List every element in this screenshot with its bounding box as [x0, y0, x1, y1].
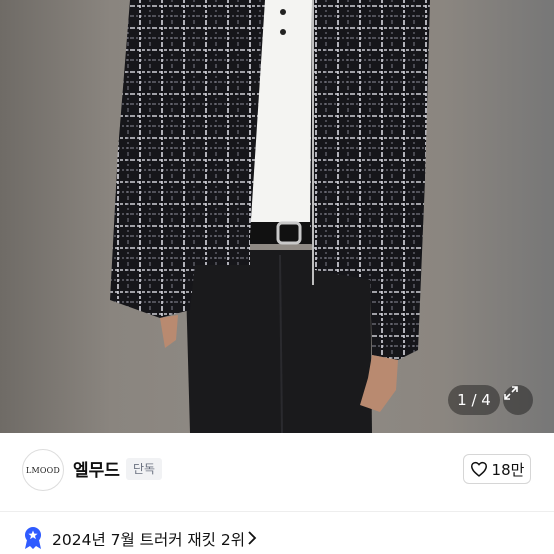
seller-name[interactable]: 엘무드 — [73, 456, 120, 481]
ranking-text: 2024년 7월 트러커 재킷 2위 — [52, 531, 245, 549]
expand-icon — [504, 386, 518, 400]
image-counter: 1 / 4 — [448, 385, 500, 415]
ranking-link[interactable]: 2024년 7월 트러커 재킷 2위 — [0, 525, 554, 554]
seller-logo-text: LMOOD — [25, 465, 61, 475]
heart-icon — [470, 461, 487, 477]
seller-logo[interactable]: LMOOD — [22, 449, 64, 491]
product-image[interactable]: 1 / 4 — [0, 0, 554, 433]
like-button[interactable]: 18만 — [463, 454, 531, 484]
product-photo-illustration — [110, 0, 430, 433]
medal-icon — [25, 527, 41, 549]
expand-button[interactable] — [503, 385, 533, 415]
chevron-right-icon — [248, 531, 257, 545]
like-count: 18만 — [491, 460, 525, 479]
exclusive-badge: 단독 — [126, 458, 163, 480]
